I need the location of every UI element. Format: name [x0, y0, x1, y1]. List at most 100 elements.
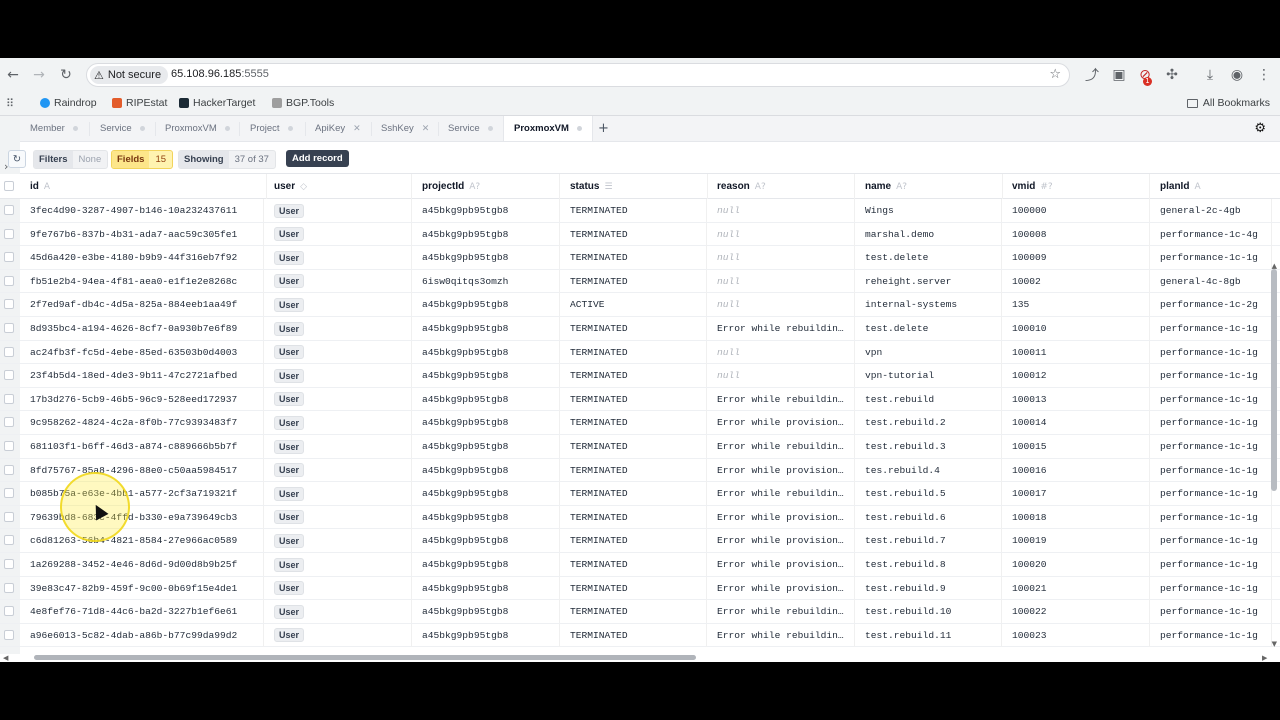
- cell-status[interactable]: TERMINATED: [560, 340, 707, 364]
- table-row[interactable]: ac24fb3f-fc5d-4ebe-85ed-63503b0d4003 User…: [0, 340, 1280, 365]
- user-relation-chip[interactable]: User: [274, 533, 305, 548]
- row-checkbox[interactable]: [4, 606, 14, 617]
- extension-red-icon[interactable]: ⊘ 1: [1135, 65, 1155, 86]
- cell-id[interactable]: 9fe767b6-837b-4b31-ada7-aac59c305fe1: [20, 222, 264, 246]
- cell-status[interactable]: TERMINATED: [560, 458, 707, 482]
- add-record-button[interactable]: Add record: [286, 150, 349, 167]
- cell-reason[interactable]: Error while rebuildin…: [707, 387, 855, 411]
- cell-status[interactable]: TERMINATED: [560, 435, 707, 458]
- tab-service[interactable]: Service: [100, 116, 145, 141]
- cell-projectid[interactable]: a45bkg9pb95tgb8: [412, 458, 560, 482]
- cell-id[interactable]: fb51e2b4-94ea-4f81-aea0-e1f1e2e8268c: [20, 269, 264, 293]
- cell-planid[interactable]: performance-1c-1g: [1150, 340, 1272, 364]
- user-relation-chip[interactable]: User: [274, 557, 305, 572]
- cell-projectid[interactable]: a45bkg9pb95tgb8: [412, 553, 560, 576]
- table-row[interactable]: 4e8fef76-71d8-44c6-ba2d-3227b1ef6e61 User…: [0, 600, 1280, 624]
- cell-vmid[interactable]: 100019: [1002, 529, 1150, 553]
- cell-projectid[interactable]: a45bkg9pb95tgb8: [412, 364, 560, 388]
- column-header-user[interactable]: user ◇: [264, 174, 412, 199]
- table-row[interactable]: 79639bd8-683c-4ffd-b330-e9a739649cb3 User…: [0, 505, 1280, 530]
- cell-vmid[interactable]: 100022: [1002, 600, 1150, 624]
- cell-planid[interactable]: performance-1c-1g: [1150, 317, 1272, 340]
- user-relation-chip[interactable]: User: [274, 203, 305, 218]
- cell-planid[interactable]: performance-1c-1g: [1150, 623, 1272, 647]
- cell-status[interactable]: TERMINATED: [560, 246, 707, 270]
- cell-name[interactable]: test.rebuild.2: [855, 411, 1002, 435]
- row-checkbox[interactable]: [4, 299, 14, 310]
- showing-button[interactable]: Showing 37 of 37: [178, 150, 276, 169]
- cell-status[interactable]: TERMINATED: [560, 317, 707, 340]
- row-checkbox[interactable]: [4, 275, 14, 286]
- cell-name[interactable]: reheight.server: [855, 269, 1002, 293]
- cell-id[interactable]: 45d6a420-e3be-4180-b9b9-44f316eb7f92: [20, 246, 264, 270]
- cell-vmid[interactable]: 100009: [1002, 246, 1150, 270]
- cell-status[interactable]: TERMINATED: [560, 505, 707, 529]
- cell-name[interactable]: test.delete: [855, 246, 1002, 270]
- cell-projectid[interactable]: a45bkg9pb95tgb8: [412, 293, 560, 317]
- row-checkbox[interactable]: [4, 417, 14, 428]
- cell-id[interactable]: c6d81263-56b4-4821-8584-27e966ac0589: [20, 529, 264, 553]
- cell-user[interactable]: User: [264, 529, 412, 553]
- cell-id[interactable]: 1a269288-3452-4e46-8d6d-9d00d8b9b25f: [20, 553, 264, 576]
- row-checkbox[interactable]: [4, 252, 14, 263]
- cell-projectid[interactable]: a45bkg9pb95tgb8: [412, 529, 560, 553]
- cell-id[interactable]: 39e83c47-82b9-459f-9c00-0b69f15e4de1: [20, 576, 264, 600]
- cell-planid[interactable]: performance-1c-1g: [1150, 553, 1272, 576]
- add-tab-icon[interactable]: +: [598, 121, 609, 136]
- cell-id[interactable]: ac24fb3f-fc5d-4ebe-85ed-63503b0d4003: [20, 340, 264, 364]
- cell-projectid[interactable]: a45bkg9pb95tgb8: [412, 199, 560, 222]
- cell-id[interactable]: 3fec4d90-3287-4907-b146-10a232437611: [20, 199, 264, 222]
- cell-user[interactable]: User: [264, 222, 412, 246]
- column-header-projectid[interactable]: projectId A?: [412, 174, 560, 199]
- row-checkbox[interactable]: [4, 559, 14, 569]
- cell-user[interactable]: User: [264, 435, 412, 458]
- cell-name[interactable]: test.delete: [855, 317, 1002, 340]
- scroll-left-icon[interactable]: ◀: [3, 654, 8, 662]
- cell-reason[interactable]: Error while provision…: [707, 529, 855, 553]
- cell-user[interactable]: User: [264, 458, 412, 482]
- cell-id[interactable]: 2f7ed9af-db4c-4d5a-825a-884eeb1aa49f: [20, 293, 264, 317]
- cell-reason[interactable]: Error while rebuildin…: [707, 435, 855, 458]
- cell-planid[interactable]: performance-1c-1g: [1150, 364, 1272, 388]
- cell-status[interactable]: TERMINATED: [560, 269, 707, 293]
- tab-apikey[interactable]: ApiKey ✕: [315, 116, 361, 141]
- cell-planid[interactable]: performance-1c-1g: [1150, 576, 1272, 600]
- menu-dots-icon[interactable]: ⋮: [1254, 65, 1274, 85]
- profile-icon[interactable]: ◉: [1227, 65, 1247, 85]
- cell-reason[interactable]: null: [707, 199, 855, 222]
- cell-planid[interactable]: general-2c-4gb: [1150, 199, 1272, 222]
- table-row[interactable]: fb51e2b4-94ea-4f81-aea0-e1f1e2e8268c User…: [0, 269, 1280, 294]
- cell-user[interactable]: User: [264, 364, 412, 388]
- cell-id[interactable]: b085b75a-e63e-4bb1-a577-2cf3a719321f: [20, 482, 264, 506]
- cell-user[interactable]: User: [264, 482, 412, 506]
- row-checkbox[interactable]: [4, 488, 14, 499]
- cell-user[interactable]: User: [264, 553, 412, 576]
- fields-button[interactable]: Fields 15: [111, 150, 174, 169]
- cell-projectid[interactable]: a45bkg9pb95tgb8: [412, 317, 560, 340]
- cell-reason[interactable]: null: [707, 340, 855, 364]
- cell-projectid[interactable]: a45bkg9pb95tgb8: [412, 482, 560, 506]
- cell-planid[interactable]: performance-1c-1g: [1150, 482, 1272, 506]
- cell-vmid[interactable]: 100021: [1002, 576, 1150, 600]
- cell-name[interactable]: marshal.demo: [855, 222, 1002, 246]
- table-row[interactable]: 9c958262-4824-4c2a-8f0b-77c9393483f7 User…: [0, 411, 1280, 435]
- download-icon[interactable]: ⤓: [1200, 65, 1220, 85]
- user-relation-chip[interactable]: User: [274, 581, 305, 596]
- cell-status[interactable]: TERMINATED: [560, 482, 707, 506]
- table-row[interactable]: 8d935bc4-a194-4626-8cf7-0a930b7e6f89 User…: [0, 317, 1280, 341]
- cell-status[interactable]: TERMINATED: [560, 364, 707, 388]
- cell-user[interactable]: User: [264, 317, 412, 340]
- cell-vmid[interactable]: 100018: [1002, 505, 1150, 529]
- table-row[interactable]: 8fd75767-85a8-4296-88e0-c50aa5984517 User…: [0, 458, 1280, 483]
- cell-planid[interactable]: performance-1c-4g: [1150, 222, 1272, 246]
- row-checkbox[interactable]: [4, 582, 14, 593]
- cell-projectid[interactable]: a45bkg9pb95tgb8: [412, 387, 560, 411]
- row-checkbox[interactable]: [4, 629, 14, 640]
- cell-user[interactable]: User: [264, 623, 412, 647]
- cell-projectid[interactable]: a45bkg9pb95tgb8: [412, 246, 560, 270]
- column-header-planid[interactable]: planId A: [1150, 174, 1280, 199]
- column-header-vmid[interactable]: vmid #?: [1002, 174, 1150, 199]
- cell-reason[interactable]: null: [707, 246, 855, 270]
- row-checkbox[interactable]: [4, 535, 14, 546]
- cell-vmid[interactable]: 100013: [1002, 387, 1150, 411]
